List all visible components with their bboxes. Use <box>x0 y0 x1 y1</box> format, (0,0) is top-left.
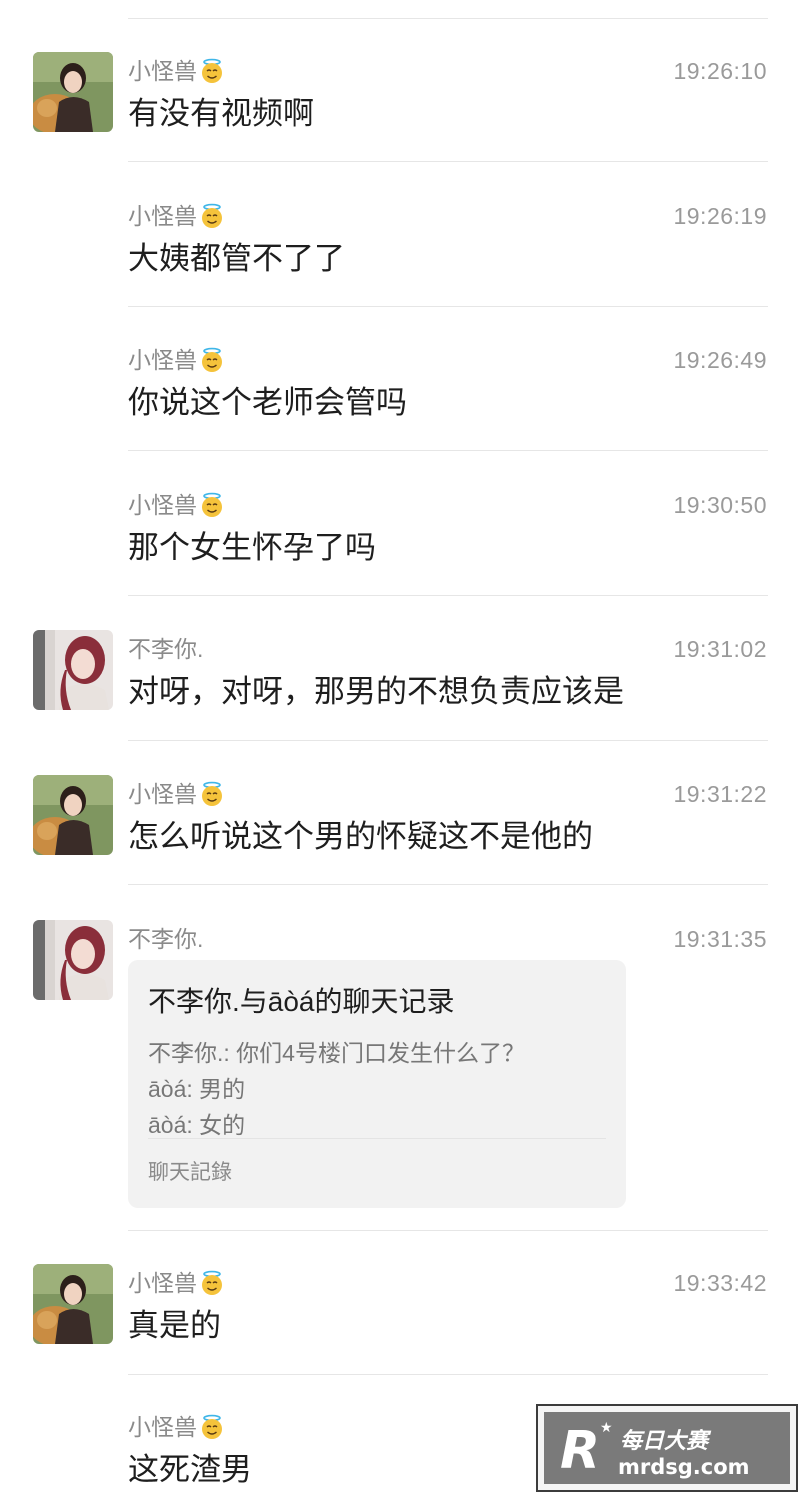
watermark-logo-letter: R <box>560 1421 600 1481</box>
divider <box>128 450 768 451</box>
message-text: 这死渣男 <box>128 1452 252 1487</box>
message-row[interactable]: 小怪兽 19:26:49 你说这个老师会管吗 <box>0 341 800 441</box>
watermark-site-name: 每日大赛 <box>620 1428 712 1454</box>
watermark-domain: mrdsg.com <box>618 1455 750 1479</box>
divider <box>128 1230 768 1231</box>
message-row[interactable]: 小怪兽 19:33:42 真是的 <box>0 1264 800 1364</box>
message-row[interactable]: 小怪兽 19:26:19 大姨都管不了了 <box>0 197 800 297</box>
message-row[interactable]: 小怪兽 19:30:50 那个女生怀孕了吗 <box>0 486 800 586</box>
message-text: 那个女生怀孕了吗 <box>128 530 376 565</box>
angel-emoji-icon <box>199 781 225 807</box>
chat-record-line: 不李你.: 你们4号楼门口发生什么了？ <box>148 1040 525 1066</box>
message-time: 19:33:42 <box>673 1270 767 1296</box>
angel-emoji-icon <box>199 492 225 518</box>
message-time: 19:26:49 <box>673 347 767 373</box>
avatar-girl-pink-hair[interactable] <box>33 630 113 710</box>
sender-name: 小怪兽 <box>128 345 225 375</box>
message-text: 真是的 <box>128 1308 221 1343</box>
avatar-girl-with-dog[interactable] <box>33 1264 113 1344</box>
message-row[interactable]: 不李你. 19:31:02 对呀，对呀，那男的不想负责应该是 <box>0 630 800 730</box>
divider <box>128 595 768 596</box>
message-row[interactable]: 小怪兽 19:31:22 怎么听说这个男的怀疑这不是他的 <box>0 775 800 875</box>
avatar-girl-pink-hair[interactable] <box>33 920 113 1000</box>
message-time: 19:26:19 <box>673 203 767 229</box>
divider <box>148 1138 606 1139</box>
message-text: 对呀，对呀，那男的不想负责应该是 <box>128 674 624 709</box>
divider <box>128 740 768 741</box>
message-text: 有没有视频啊 <box>128 96 314 131</box>
sender-name: 小怪兽 <box>128 490 225 520</box>
message-text: 大姨都管不了了 <box>128 241 345 276</box>
chat-list: 小怪兽 19:26:10 有没有视频啊 小怪兽 19:26:19 大姨都管不了了… <box>0 0 800 1495</box>
chat-record-line: āòá: 男的 <box>148 1076 246 1102</box>
message-row[interactable]: 小怪兽 19:26:10 有没有视频啊 <box>0 52 800 152</box>
divider <box>128 306 768 307</box>
chat-record-card[interactable]: 不李你.与āòá的聊天记录 不李你.: 你们4号楼门口发生什么了？ āòá: 男… <box>128 960 626 1208</box>
message-time: 19:31:35 <box>673 926 767 952</box>
chat-record-footer: 聊天記錄 <box>148 1161 232 1184</box>
sender-name: 小怪兽 <box>128 56 225 86</box>
message-text: 怎么听说这个男的怀疑这不是他的 <box>128 819 593 854</box>
angel-emoji-icon <box>199 1414 225 1440</box>
sender-name: 小怪兽 <box>128 1268 225 1298</box>
avatar-girl-with-dog[interactable] <box>33 52 113 132</box>
divider <box>128 18 768 19</box>
sender-name: 不李你. <box>128 926 204 952</box>
divider <box>128 161 768 162</box>
message-time: 19:30:50 <box>673 492 767 518</box>
message-time: 19:31:02 <box>673 636 767 662</box>
sender-name: 小怪兽 <box>128 779 225 809</box>
chat-record-title: 不李你.与āòá的聊天记录 <box>148 986 455 1017</box>
angel-emoji-icon <box>199 347 225 373</box>
message-row[interactable]: 不李你. 19:31:35 不李你.与āòá的聊天记录 不李你.: 你们4号楼门… <box>0 920 800 1220</box>
sender-name: 小怪兽 <box>128 1412 225 1442</box>
message-text: 你说这个老师会管吗 <box>128 385 407 420</box>
angel-emoji-icon <box>199 58 225 84</box>
avatar-girl-with-dog[interactable] <box>33 775 113 855</box>
message-time: 19:31:22 <box>673 781 767 807</box>
angel-emoji-icon <box>199 203 225 229</box>
divider <box>128 1374 768 1375</box>
angel-emoji-icon <box>199 1270 225 1296</box>
divider <box>128 884 768 885</box>
sender-name: 小怪兽 <box>128 201 225 231</box>
message-time: 19:26:10 <box>673 58 767 84</box>
sender-name: 不李你. <box>128 636 204 662</box>
svg-text:★: ★ <box>600 1420 613 1436</box>
watermark: R ★ 每日大赛 mrdsg.com <box>536 1404 798 1492</box>
chat-record-line: āòá: 女的 <box>148 1112 246 1138</box>
